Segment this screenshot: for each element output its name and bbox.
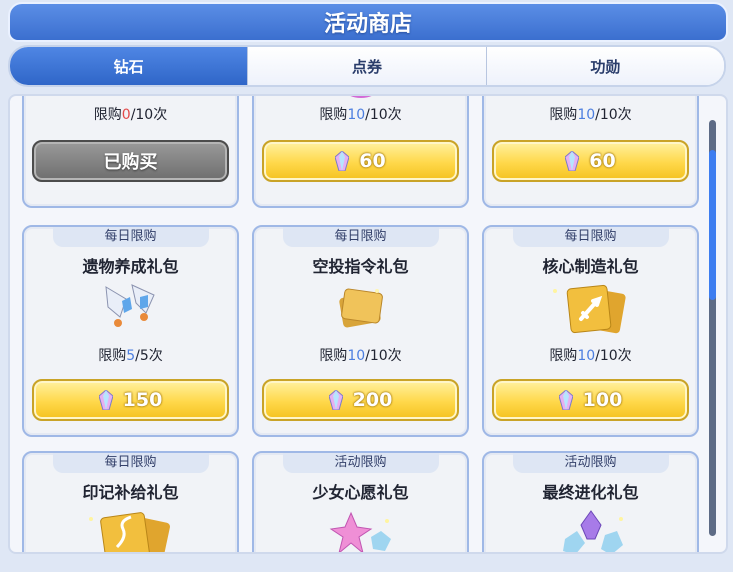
shop-item-list[interactable]: 限购0/10次 已购买 限购10/10次 60 限购10/10次 60 每日限购… <box>8 94 728 554</box>
blue-crystal-icon <box>561 94 621 100</box>
purchase-limit: 限购10/10次 <box>549 107 632 123</box>
buy-button[interactable]: 100 <box>492 379 689 421</box>
price-label: 150 <box>122 389 163 411</box>
limit-type-tag: 每日限购 <box>512 227 669 247</box>
shop-item-card: 每日限购 核心制造礼包 限购10/10次 100 <box>482 225 699 437</box>
limit-type-tag: 每日限购 <box>282 227 439 247</box>
item-name: 空投指令礼包 <box>312 257 409 276</box>
price-label: 60 <box>589 150 616 172</box>
tab-diamond[interactable]: 钻石 <box>10 47 248 85</box>
shop-item-card: 限购10/10次 60 <box>482 94 699 208</box>
gold-cards-icon <box>338 288 383 328</box>
evolution-crystal-icon <box>562 510 623 552</box>
sold-out-button: 已购买 <box>32 140 229 182</box>
limit-type-tag: 活动限购 <box>282 453 439 473</box>
shop-item-card: 限购10/10次 60 <box>252 96 469 208</box>
purchase-limit: 限购10/10次 <box>319 107 402 123</box>
diamond-icon <box>98 390 113 410</box>
diamond-icon <box>328 390 343 410</box>
tab-coupon[interactable]: 点券 <box>247 47 486 85</box>
item-name: 遗物养成礼包 <box>82 257 179 276</box>
purchase-limit: 限购10/10次 <box>549 348 632 364</box>
shop-item-card: 限购0/10次 已购买 <box>22 94 239 208</box>
limit-type-tag: 活动限购 <box>512 453 669 473</box>
shop-item-card: 活动限购 最终进化礼包 <box>482 451 699 552</box>
scrollbar[interactable] <box>709 120 716 536</box>
item-name: 最终进化礼包 <box>542 483 639 502</box>
dna-cards-icon <box>88 512 170 552</box>
item-name: 少女心愿礼包 <box>312 483 409 502</box>
sword-cards-icon <box>552 284 626 334</box>
diamond-icon <box>565 151 580 171</box>
purchase-limit: 限购10/10次 <box>319 348 402 364</box>
buy-button[interactable]: 200 <box>262 379 459 421</box>
buy-button[interactable]: 150 <box>32 379 229 421</box>
purchase-limit: 限购0/10次 <box>93 107 168 123</box>
wrench-item-icon <box>101 94 161 100</box>
scrollbar-thumb[interactable] <box>709 150 716 300</box>
pink-crystal-icon <box>349 96 372 98</box>
page-title-text: 活动商店 <box>323 12 412 37</box>
limit-type-tag: 每日限购 <box>52 453 209 473</box>
shop-item-card: 活动限购 少女心愿礼包 <box>252 451 469 552</box>
currency-tabs: 钻石 点券 功勋 <box>8 45 726 87</box>
limit-type-tag: 每日限购 <box>52 227 209 247</box>
shop-item-card: 每日限购 遗物养成礼包 限购5/5次 150 <box>22 225 239 437</box>
page-title: 活动商店 <box>8 2 728 42</box>
price-label: 100 <box>582 389 623 411</box>
diamond-icon <box>335 151 350 171</box>
buy-button[interactable]: 60 <box>262 140 459 182</box>
price-label: 200 <box>352 389 393 411</box>
purchase-limit: 限购5/5次 <box>98 348 163 364</box>
item-name: 印记补给礼包 <box>82 483 179 502</box>
shop-item-card: 每日限购 空投指令礼包 限购10/10次 200 <box>252 225 469 437</box>
winged-relic-icon <box>104 284 155 327</box>
star-crystal-icon <box>329 511 391 552</box>
buy-button[interactable]: 60 <box>492 140 689 182</box>
shop-item-card: 每日限购 印记补给礼包 <box>22 451 239 552</box>
item-name: 核心制造礼包 <box>542 257 639 276</box>
diamond-icon <box>558 390 573 410</box>
tab-merit[interactable]: 功勋 <box>485 47 724 85</box>
price-label: 60 <box>359 150 386 172</box>
